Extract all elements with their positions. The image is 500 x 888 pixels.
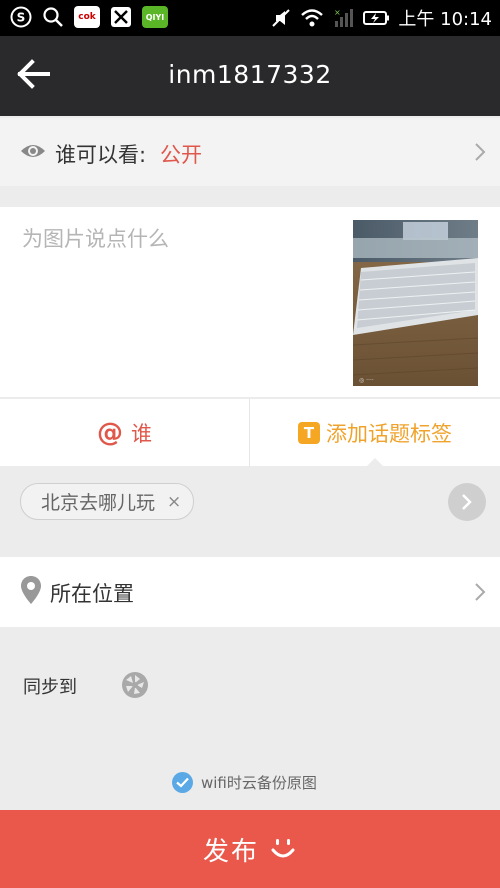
tag-chip[interactable]: 北京去哪儿玩 × [20,483,195,520]
at-icon: @ [97,418,123,448]
page-title: inm1817332 [168,60,332,89]
clock: 上午 10:14 [398,9,492,30]
chevron-right-icon [462,494,472,510]
checkmark-icon[interactable] [172,772,193,793]
game-icon [110,6,132,28]
search-icon [42,6,64,28]
chevron-right-icon [475,583,486,601]
status-bar: S cok QIYI × 上午 10:14 [0,0,500,36]
visibility-label: 谁可以看: [55,143,147,167]
camera-aperture-icon [122,672,148,698]
caption-input[interactable] [22,223,332,373]
visibility-value: 公开 [160,143,202,167]
sogou-icon: S [10,6,32,28]
battery-icon [363,11,390,25]
chevron-right-icon [475,143,486,161]
iqiyi-label: QIYI [145,12,165,22]
close-icon[interactable]: × [167,492,181,512]
location-pin-icon [21,576,41,604]
more-tags-button[interactable] [448,483,486,521]
notification-icons: S cok QIYI [10,6,168,28]
svg-text:S: S [17,11,26,25]
eye-icon [21,145,45,157]
topic-tag-icon: T [298,422,320,444]
add-topic-button[interactable]: T 添加话题标签 [250,399,500,467]
title-bar: inm1817332 [0,36,500,116]
location-setting[interactable]: 所在位置 [0,557,500,627]
cok-label: cok [78,12,96,22]
topic-tags: 北京去哪儿玩 × [0,467,500,535]
wifi-backup-label: wifi时云备份原图 [201,774,317,792]
svg-text:◎ ····: ◎ ···· [359,377,374,384]
signal-icon: × [334,8,354,27]
publish-label: 发布 [202,836,259,867]
visibility-setting[interactable]: 谁可以看: 公开 [0,118,500,186]
smile-icon [271,839,295,858]
add-topic-label: 添加话题标签 [326,422,452,446]
system-icons: × 上午 10:14 [270,5,492,31]
sync-label: 同步到 [23,677,77,698]
iqiyi-icon: QIYI [142,6,168,28]
publish-button[interactable]: 发布 [0,810,500,888]
location-label: 所在位置 [50,582,134,606]
cok-icon: cok [74,6,100,28]
topic-pointer [366,458,384,467]
svg-text:×: × [334,8,341,17]
caption-card: ◎ ···· [0,207,500,397]
mention-label: 谁 [131,422,152,446]
caption-actions: @ 谁 T 添加话题标签 [0,398,500,467]
mute-icon [272,9,291,27]
mention-button[interactable]: @ 谁 [0,399,249,467]
wifi-backup-option[interactable]: wifi时云备份原图 [172,772,317,793]
sync-target-button[interactable] [120,670,150,704]
tag-label: 北京去哪儿玩 [41,492,156,514]
photo-thumbnail[interactable]: ◎ ···· [353,220,478,386]
wifi-icon [301,9,324,27]
